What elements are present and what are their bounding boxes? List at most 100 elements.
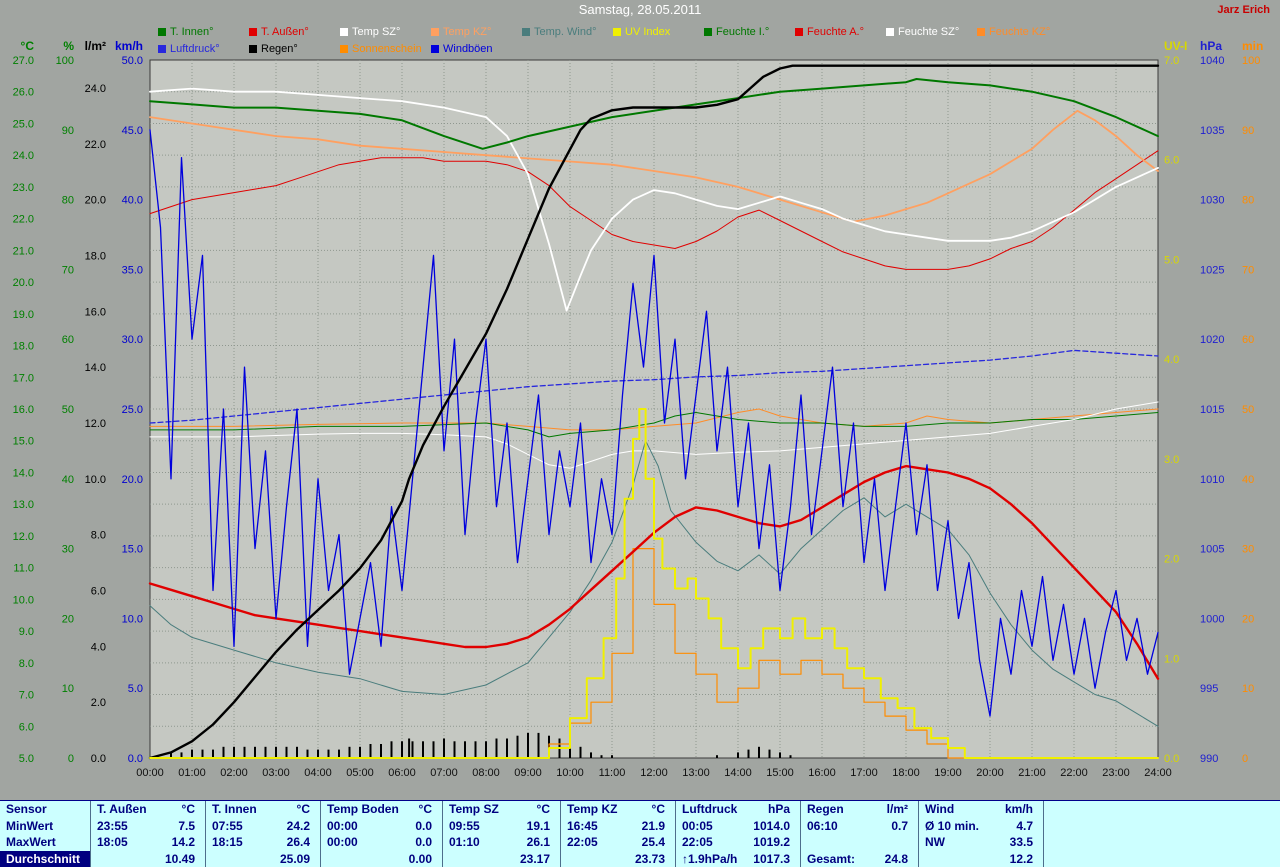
legend-item-feuchte-kz[interactable]: Feuchte KZ° xyxy=(977,26,1068,38)
axis-tick-pct: 30 xyxy=(62,544,74,556)
axis-tick-kmh: 50.0 xyxy=(122,55,143,67)
axis-tick-min: 70 xyxy=(1242,264,1254,276)
axis-tick-c: 17.0 xyxy=(13,372,34,384)
legend-item-regen[interactable]: Regen° xyxy=(249,43,340,55)
weather-app-window: Samstag, 28.05.2011 Jarz Erich °C27.026.… xyxy=(0,0,1280,867)
stats-col-unit: km/h xyxy=(1005,802,1033,816)
legend-item-temp-sz[interactable]: Temp SZ° xyxy=(340,26,431,38)
legend-swatch-icon xyxy=(158,28,166,36)
x-tick-label: 14:00 xyxy=(724,767,752,779)
axis-header-min: min xyxy=(1242,39,1263,53)
rain-bar xyxy=(202,750,204,758)
stats-row-label: MaxWert xyxy=(0,834,90,851)
axis-tick-c: 8.0 xyxy=(19,658,34,670)
stats-measure-value: 25.4 xyxy=(642,835,665,849)
x-tick-label: 22:00 xyxy=(1060,767,1088,779)
axis-tick-lm2: 2.0 xyxy=(91,697,106,709)
stats-col-name: Luftdruck xyxy=(682,802,737,816)
rain-bar xyxy=(485,741,487,758)
stats-measure-value: 24.8 xyxy=(885,852,908,866)
legend-label: Feuchte I.° xyxy=(716,26,769,38)
stats-time-value: 00:00 xyxy=(327,819,358,833)
axis-tick-kmh: 25.0 xyxy=(122,404,143,416)
stats-time-value: ↑1.9hPa/h xyxy=(682,852,737,866)
legend-item-feuchte-i[interactable]: Feuchte I.° xyxy=(704,26,795,38)
legend-label: UV Index xyxy=(625,26,670,38)
legend-item-t-au-en[interactable]: T. Außen° xyxy=(249,26,340,38)
stats-time-value: 18:05 xyxy=(97,835,128,849)
rain-bar xyxy=(380,744,382,758)
legend-item-feuchte-a[interactable]: Feuchte A.° xyxy=(795,26,886,38)
stats-col-unit: °C xyxy=(297,802,310,816)
axis-tick-pct: 20 xyxy=(62,613,74,625)
legend-item-sonnenschein[interactable]: Sonnenschein xyxy=(340,43,431,55)
stats-row-minwert: MinWert23:557.507:5524.200:000.009:5519.… xyxy=(0,818,1280,835)
legend-swatch-icon xyxy=(249,28,257,36)
stats-time-value: 06:10 xyxy=(807,819,838,833)
x-tick-label: 06:00 xyxy=(388,767,416,779)
legend-label: Temp KZ° xyxy=(443,26,491,38)
x-tick-label: 01:00 xyxy=(178,767,206,779)
axis-tick-c: 19.0 xyxy=(13,309,34,321)
stats-row-durchschnitt: Durchschnitt10.4925.090.0023.1723.73↑1.9… xyxy=(0,851,1280,867)
axis-tick-c: 15.0 xyxy=(13,436,34,448)
rain-bar xyxy=(233,747,235,758)
rain-bar xyxy=(191,750,193,758)
axis-tick-lm2: 14.0 xyxy=(85,362,106,374)
weather-chart-canvas: °C27.026.025.024.023.022.021.020.019.018… xyxy=(0,0,1280,800)
axis-header-c: °C xyxy=(21,39,35,53)
legend-swatch-icon xyxy=(977,28,985,36)
stats-cell-t-innen: 07:5524.2 xyxy=(205,818,320,835)
axis-tick-c: 20.0 xyxy=(13,277,34,289)
stats-measure-value: 0.7 xyxy=(891,819,908,833)
stats-measure-value: 10.49 xyxy=(165,852,195,866)
stats-cell-t-au-en: 10.49 xyxy=(90,851,205,867)
legend-item-temp-wind[interactable]: Temp. Wind° xyxy=(522,26,613,38)
rain-bar xyxy=(590,752,592,758)
rain-bar xyxy=(244,747,246,758)
axis-header-lm2: l/m² xyxy=(85,39,106,53)
axis-tick-uv: 0.0 xyxy=(1164,753,1179,765)
x-tick-label: 05:00 xyxy=(346,767,374,779)
x-tick-label: 19:00 xyxy=(934,767,962,779)
stats-filler-cell xyxy=(1043,818,1280,835)
legend-item-feuchte-sz[interactable]: Feuchte SZ° xyxy=(886,26,977,38)
stats-measure-value: 7.5 xyxy=(178,819,195,833)
rain-bar xyxy=(265,747,267,758)
rain-bar xyxy=(716,755,718,758)
rain-bar xyxy=(296,747,298,758)
x-tick-label: 11:00 xyxy=(599,767,626,779)
rain-bar xyxy=(527,733,529,758)
legend-item-uv-index[interactable]: UV Index xyxy=(613,26,704,38)
rain-bar xyxy=(538,733,540,758)
rain-bar xyxy=(223,747,225,758)
rain-bar xyxy=(790,755,792,758)
stats-row-maxwert: MaxWert18:0514.218:1526.400:000.001:1026… xyxy=(0,834,1280,851)
rain-bar xyxy=(338,750,340,758)
axis-tick-min: 100 xyxy=(1242,55,1260,67)
stats-row-label: Durchschnitt xyxy=(0,851,90,867)
legend-item-luftdruck[interactable]: Luftdruck° xyxy=(158,43,249,55)
legend-item-t-innen[interactable]: T. Innen° xyxy=(158,26,249,38)
axis-tick-c: 27.0 xyxy=(13,55,34,67)
rain-bar xyxy=(408,739,410,759)
stats-col-name: Wind xyxy=(925,802,954,816)
x-tick-label: 21:00 xyxy=(1018,767,1046,779)
legend-item-temp-kz[interactable]: Temp KZ° xyxy=(431,26,522,38)
legend-swatch-icon xyxy=(431,28,439,36)
legend-swatch-icon xyxy=(704,28,712,36)
axis-tick-hpa: 1030 xyxy=(1200,195,1224,207)
rain-bar xyxy=(737,752,739,758)
x-tick-label: 17:00 xyxy=(850,767,878,779)
stats-cell-luftdruck: 00:051014.0 xyxy=(675,818,800,835)
axis-tick-lm2: 22.0 xyxy=(85,139,106,151)
rain-bar xyxy=(349,747,351,758)
axis-tick-min: 80 xyxy=(1242,195,1254,207)
stats-time-value: 23:55 xyxy=(97,819,128,833)
axis-tick-c: 10.0 xyxy=(13,594,34,606)
stats-measure-value: 12.2 xyxy=(1010,852,1033,866)
stats-cell-t-au-en: 18:0514.2 xyxy=(90,834,205,851)
axis-tick-kmh: 0.0 xyxy=(128,753,143,765)
axis-tick-lm2: 24.0 xyxy=(85,83,106,95)
legend-item-windb-en[interactable]: Windböen xyxy=(431,43,522,55)
